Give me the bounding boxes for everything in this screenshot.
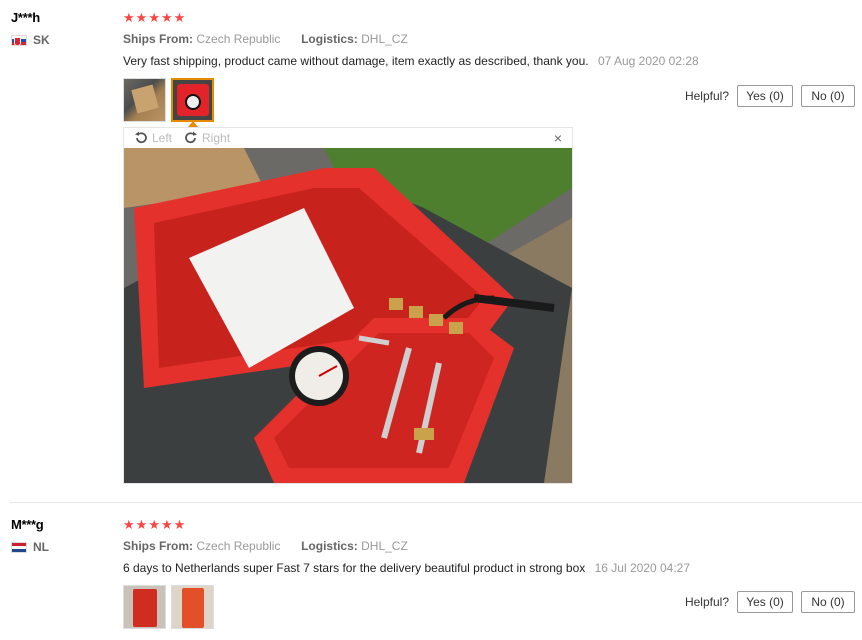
- reviewer-name: J***h: [11, 10, 40, 25]
- photo-viewer: Left Right ×: [123, 127, 573, 484]
- country-code: NL: [33, 540, 49, 554]
- rotate-right-label: Right: [202, 131, 231, 145]
- star-icon: ★: [173, 10, 186, 25]
- star-rating: ★ ★ ★ ★ ★: [123, 11, 185, 24]
- ships-from-label: Ships From:: [123, 539, 194, 553]
- star-icon: ★: [135, 10, 148, 25]
- logistics-label: Logistics:: [301, 539, 358, 553]
- shipping-info: Ships From: Czech Republic Logistics: DH…: [123, 32, 408, 46]
- helpful-vote: Helpful? Yes (0) No (0): [685, 85, 855, 107]
- helpful-no-button[interactable]: No (0): [801, 591, 855, 613]
- helpful-no-button[interactable]: No (0): [801, 85, 855, 107]
- review-text: Very fast shipping, product came without…: [123, 54, 699, 68]
- review-date: 16 Jul 2020 04:27: [594, 561, 691, 575]
- flag-sk-icon: [11, 34, 27, 46]
- review-thumbnails: [123, 585, 214, 629]
- photo-viewer-toolbar: Left Right ×: [124, 128, 572, 148]
- helpful-vote: Helpful? Yes (0) No (0): [685, 591, 855, 613]
- shipping-info: Ships From: Czech Republic Logistics: DH…: [123, 539, 408, 553]
- star-rating: ★ ★ ★ ★ ★: [123, 518, 185, 531]
- review-body: Very fast shipping, product came without…: [123, 54, 589, 68]
- reviewer-country: NL: [11, 540, 49, 554]
- star-icon: ★: [160, 10, 173, 25]
- helpful-yes-button[interactable]: Yes (0): [737, 591, 793, 613]
- close-viewer-button[interactable]: ×: [554, 130, 562, 146]
- compression-tester-kit-photo: [124, 148, 572, 483]
- ships-from-value: Czech Republic: [196, 32, 281, 46]
- reviewer-country: SK: [11, 33, 50, 47]
- logistics-label: Logistics:: [301, 32, 358, 46]
- review-photo-thumbnail[interactable]: [171, 585, 214, 629]
- logistics-value: DHL_CZ: [361, 539, 408, 553]
- review-item: J***h SK ★ ★ ★ ★ ★ Ships From: Czech Rep…: [0, 0, 862, 500]
- star-icon: ★: [148, 517, 160, 532]
- rotate-left-button[interactable]: Left: [134, 131, 172, 145]
- star-icon: ★: [148, 10, 160, 25]
- logistics-value: DHL_CZ: [361, 32, 408, 46]
- rotate-right-button[interactable]: Right: [184, 131, 230, 145]
- helpful-label: Helpful?: [684, 89, 729, 103]
- star-icon: ★: [123, 517, 135, 532]
- helpful-yes-button[interactable]: Yes (0): [737, 85, 793, 107]
- review-photo-thumbnail[interactable]: [123, 78, 166, 122]
- star-icon: ★: [123, 10, 135, 25]
- review-divider: [10, 502, 862, 503]
- country-code: SK: [33, 33, 50, 47]
- review-body: 6 days to Netherlands super Fast 7 stars…: [123, 561, 586, 575]
- review-text: 6 days to Netherlands super Fast 7 stars…: [123, 561, 690, 575]
- rotate-left-icon: [135, 131, 147, 144]
- review-thumbnails: [123, 78, 214, 122]
- rotate-right-icon: [185, 131, 198, 144]
- star-icon: ★: [160, 517, 173, 532]
- ships-from-label: Ships From:: [123, 32, 194, 46]
- review-photo-thumbnail-active[interactable]: [171, 78, 214, 122]
- rotate-left-label: Left: [152, 131, 173, 145]
- review-photo-thumbnail[interactable]: [123, 585, 166, 629]
- helpful-label: Helpful?: [684, 595, 729, 609]
- review-date: 07 Aug 2020 02:28: [597, 54, 699, 68]
- review-item: M***g NL ★ ★ ★ ★ ★ Ships From: Czech Rep…: [0, 508, 862, 640]
- flag-nl-icon: [11, 541, 27, 553]
- ships-from-value: Czech Republic: [196, 539, 281, 553]
- review-photo-large: [124, 148, 572, 483]
- reviewer-name: M***g: [11, 517, 44, 532]
- star-icon: ★: [135, 517, 148, 532]
- star-icon: ★: [173, 517, 186, 532]
